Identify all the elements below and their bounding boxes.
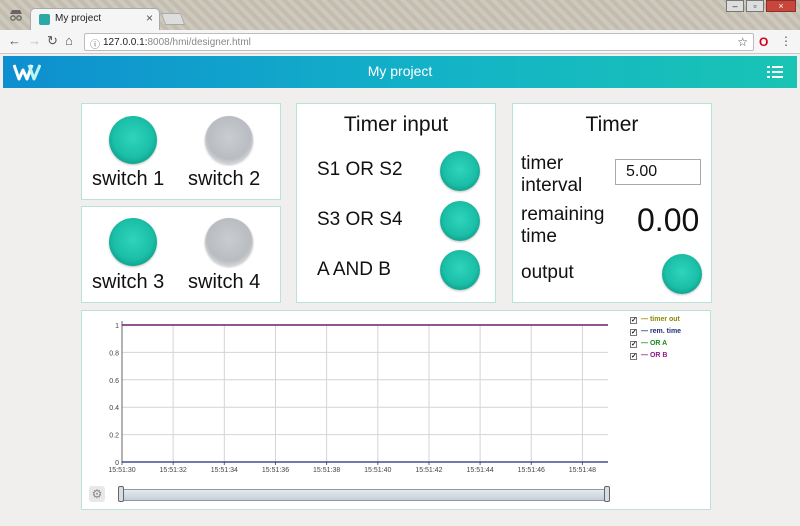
legend-item-or-b[interactable]: ✓ — OR B xyxy=(630,352,690,363)
menu-list-icon[interactable] xyxy=(767,65,783,79)
x-tick-label: 15:51:42 xyxy=(415,467,442,474)
opera-extension-icon[interactable]: O xyxy=(759,35,768,49)
trend-chart: 0 0.2 0.4 0.6 0.8 1 15:51:30 15:51:32 15:51:34 15… xyxy=(108,321,608,474)
switch-1-led[interactable] xyxy=(109,116,157,164)
reload-button[interactable]: ↻ xyxy=(47,34,58,48)
chart-panel: 0 0.2 0.4 0.6 0.8 1 15:51:30 15:51:32 15:51:34 15… xyxy=(81,310,711,510)
browser-toolbar: ← → ↻ ⌂ ⓘ 127.0.0.1:8008/hmi/designer.ht… xyxy=(0,30,800,54)
browser-menu-icon[interactable]: ⋮ xyxy=(780,35,792,47)
browser-titlebar: My project × – ▫ × xyxy=(0,0,800,30)
switch-panel-2: switch 3 switch 4 xyxy=(81,206,281,303)
timer-panel: Timer timer interval remaining time 0.00… xyxy=(512,103,712,303)
legend-checkbox[interactable]: ✓ xyxy=(630,317,637,324)
switch-panel-1: switch 1 switch 2 xyxy=(81,103,281,200)
switch-4-led[interactable] xyxy=(205,218,253,266)
switch-2-label: switch 2 xyxy=(188,168,261,190)
x-tick-label: 15:51:44 xyxy=(466,467,493,474)
close-window-button[interactable]: × xyxy=(766,0,796,12)
switch-1-label: switch 1 xyxy=(92,168,165,190)
a-and-b-led xyxy=(440,250,480,290)
x-tick-label: 15:51:34 xyxy=(211,467,238,474)
legend-checkbox[interactable]: ✓ xyxy=(630,341,637,348)
x-tick-label: 15:51:36 xyxy=(262,467,289,474)
y-tick-label: 0.4 xyxy=(109,405,119,412)
home-button[interactable]: ⌂ xyxy=(65,34,73,48)
range-handle-right[interactable] xyxy=(604,486,610,502)
range-handle-left[interactable] xyxy=(118,486,124,502)
a-and-b-label: A AND B xyxy=(317,259,391,280)
app-title: My project xyxy=(367,63,433,79)
forward-button[interactable]: → xyxy=(28,34,41,48)
chart-settings-gear-icon[interactable]: ⚙ xyxy=(89,486,105,502)
chart-range-scrollbar[interactable] xyxy=(121,489,607,501)
switch-3-label: switch 3 xyxy=(92,271,165,293)
browser-tab[interactable]: My project × xyxy=(30,8,160,30)
address-bar[interactable]: ⓘ 127.0.0.1:8008/hmi/designer.html ☆ xyxy=(84,33,754,51)
legend-item-rem-time[interactable]: ✓ — rem. time xyxy=(630,328,690,339)
s3-or-s4-label: S3 OR S4 xyxy=(317,209,403,230)
incognito-icon xyxy=(8,9,24,21)
info-icon[interactable]: ⓘ xyxy=(90,36,100,51)
remaining-time-value: 0.00 xyxy=(637,202,700,238)
y-tick-label: 0.2 xyxy=(109,433,119,440)
back-button[interactable]: ← xyxy=(8,34,21,48)
legend-label: — timer out xyxy=(641,316,680,323)
x-tick-label: 15:51:30 xyxy=(108,467,135,474)
switch-2-led[interactable] xyxy=(205,116,253,164)
x-tick-label: 15:51:46 xyxy=(518,467,545,474)
s1-or-s2-led xyxy=(440,151,480,191)
y-tick-label: 0.6 xyxy=(109,378,119,385)
new-tab-button[interactable] xyxy=(160,13,186,25)
app-header: My project xyxy=(3,56,797,88)
legend-checkbox[interactable]: ✓ xyxy=(630,329,637,336)
legend-label: — OR A xyxy=(641,340,668,347)
s1-or-s2-label: S1 OR S2 xyxy=(317,159,403,180)
output-led xyxy=(662,254,702,294)
switch-4-label: switch 4 xyxy=(188,271,261,293)
timer-input-panel: Timer input S1 OR S2 S3 OR S4 A AND B xyxy=(296,103,496,303)
timer-input-title: Timer input xyxy=(343,113,449,136)
legend-item-timer-out[interactable]: ✓ — timer out xyxy=(630,316,690,327)
output-label: output xyxy=(521,262,574,283)
y-tick-label: 0.8 xyxy=(109,350,119,357)
x-tick-label: 15:51:32 xyxy=(160,467,187,474)
s3-or-s4-led xyxy=(440,201,480,241)
x-tick-label: 15:51:48 xyxy=(569,467,596,474)
legend-label: — rem. time xyxy=(641,328,682,335)
address-url: 127.0.0.1:8008/hmi/designer.html xyxy=(103,37,251,48)
y-tick-label: 0 xyxy=(115,460,119,467)
tab-close-icon[interactable]: × xyxy=(146,11,153,25)
legend-checkbox[interactable]: ✓ xyxy=(630,353,637,360)
remaining-time-label: remaining time xyxy=(521,204,605,247)
tab-title: My project xyxy=(55,13,102,24)
legend-label: — OR B xyxy=(641,352,668,359)
favicon-icon xyxy=(39,14,50,25)
maximize-button[interactable]: ▫ xyxy=(746,0,764,12)
x-tick-label: 15:51:40 xyxy=(364,467,391,474)
y-tick-label: 1 xyxy=(115,323,119,330)
x-tick-label: 15:51:38 xyxy=(313,467,340,474)
window-controls: – ▫ × xyxy=(724,0,796,12)
switch-3-led[interactable] xyxy=(109,218,157,266)
bookmark-star-icon[interactable]: ☆ xyxy=(737,35,748,49)
legend-item-or-a[interactable]: ✓ — OR A xyxy=(630,340,690,351)
timer-interval-input[interactable] xyxy=(615,159,701,185)
timer-interval-label: timer interval xyxy=(521,153,583,196)
timer-title: Timer xyxy=(585,113,639,136)
minimize-button[interactable]: – xyxy=(726,0,744,12)
